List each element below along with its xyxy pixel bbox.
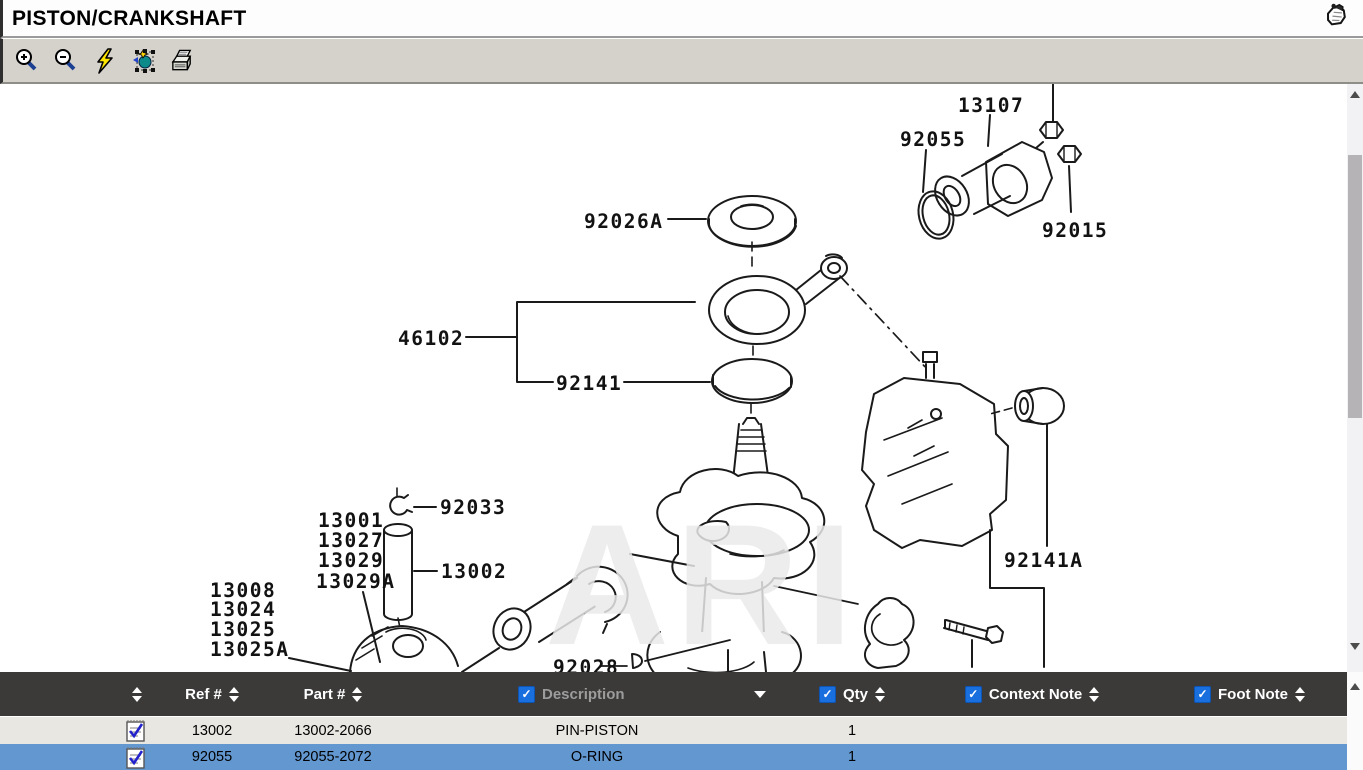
toolbar — [0, 38, 1363, 84]
sort-icon[interactable] — [875, 687, 885, 702]
part-label[interactable]: 13029A — [316, 570, 395, 593]
part-cell: 13002-2066 — [264, 723, 402, 739]
parts-catalog-window: PISTON/CRANKSHAFT — [0, 0, 1363, 770]
part-cell: 92055-2072 — [264, 749, 402, 765]
part-label[interactable]: 13029 — [318, 549, 384, 572]
table-row[interactable]: 13002 13002-2066 PIN-PISTON 1 — [0, 716, 1347, 744]
table-scrollbar[interactable] — [1347, 672, 1363, 770]
part-label[interactable]: 92141A — [1004, 549, 1083, 572]
description-cell: O-RING — [402, 749, 792, 765]
table-row-selected[interactable]: 92055 92055-2072 O-RING 1 — [0, 744, 1347, 770]
part-label[interactable]: 92026A — [584, 210, 663, 233]
scroll-down-icon[interactable] — [1347, 638, 1363, 654]
part-label[interactable]: 92015 — [1042, 219, 1108, 242]
part-label[interactable]: 92055 — [900, 128, 966, 151]
part-label[interactable]: 13025A — [210, 638, 289, 661]
description-cell: PIN-PISTON — [402, 723, 792, 739]
ref-cell: 92055 — [160, 749, 264, 765]
column-header-ref[interactable]: Ref # — [160, 686, 264, 703]
hand-icon[interactable] — [1321, 3, 1349, 33]
part-label[interactable]: 92033 — [440, 496, 506, 519]
row-select-icon[interactable] — [0, 719, 160, 742]
sort-icon[interactable] — [229, 687, 239, 702]
column-header-part[interactable]: Part # — [264, 686, 402, 703]
column-header-qty[interactable]: Qty — [792, 686, 912, 703]
column-header-context-note[interactable]: Context Note — [912, 686, 1152, 703]
context-note-checkbox[interactable] — [965, 686, 982, 703]
exploded-parts-diagram: ARI 13107 92055 92015 92026A 46102 92141… — [0, 84, 1347, 672]
column-header-description[interactable]: Description — [402, 686, 792, 703]
scrollbar-thumb[interactable] — [1348, 155, 1362, 418]
title-bar: PISTON/CRANKSHAFT — [0, 0, 1363, 38]
page-title: PISTON/CRANKSHAFT — [3, 0, 1363, 31]
sort-icon[interactable] — [352, 687, 362, 702]
qty-cell: 1 — [792, 749, 912, 765]
row-select-icon[interactable] — [0, 746, 160, 769]
qty-cell: 1 — [792, 723, 912, 739]
qty-checkbox[interactable] — [819, 686, 836, 703]
ref-cell: 13002 — [160, 723, 264, 739]
watermark: ARI — [545, 489, 859, 672]
diagram-viewport[interactable]: ARI 13107 92055 92015 92026A 46102 92141… — [0, 84, 1347, 672]
sort-icon[interactable] — [1295, 687, 1305, 702]
column-header-foot-note[interactable]: Foot Note — [1152, 686, 1347, 703]
table-scroll-up-icon[interactable] — [1347, 678, 1363, 694]
zoom-in-icon[interactable] — [13, 47, 40, 74]
sort-icon[interactable] — [1089, 687, 1099, 702]
print-icon[interactable] — [169, 47, 196, 74]
part-label[interactable]: 46102 — [398, 327, 464, 350]
part-label[interactable]: 92141 — [556, 372, 622, 395]
diagram-scrollbar[interactable] — [1347, 84, 1363, 672]
foot-note-checkbox[interactable] — [1194, 686, 1211, 703]
zoom-out-icon[interactable] — [52, 47, 79, 74]
sort-icon[interactable] — [132, 687, 142, 702]
part-label[interactable]: 13002 — [441, 560, 507, 583]
parts-table-header: Ref # Part # Description Qty Context Not… — [0, 672, 1347, 716]
select-object-icon[interactable] — [130, 47, 157, 74]
column-header-select[interactable] — [0, 687, 160, 702]
description-checkbox[interactable] — [518, 686, 535, 703]
scroll-up-icon[interactable] — [1347, 86, 1363, 102]
lightning-hotspot-icon[interactable] — [91, 47, 118, 74]
part-label[interactable]: 13107 — [958, 94, 1024, 117]
dropdown-icon[interactable] — [754, 691, 766, 698]
part-label[interactable]: 92028 — [553, 656, 619, 672]
